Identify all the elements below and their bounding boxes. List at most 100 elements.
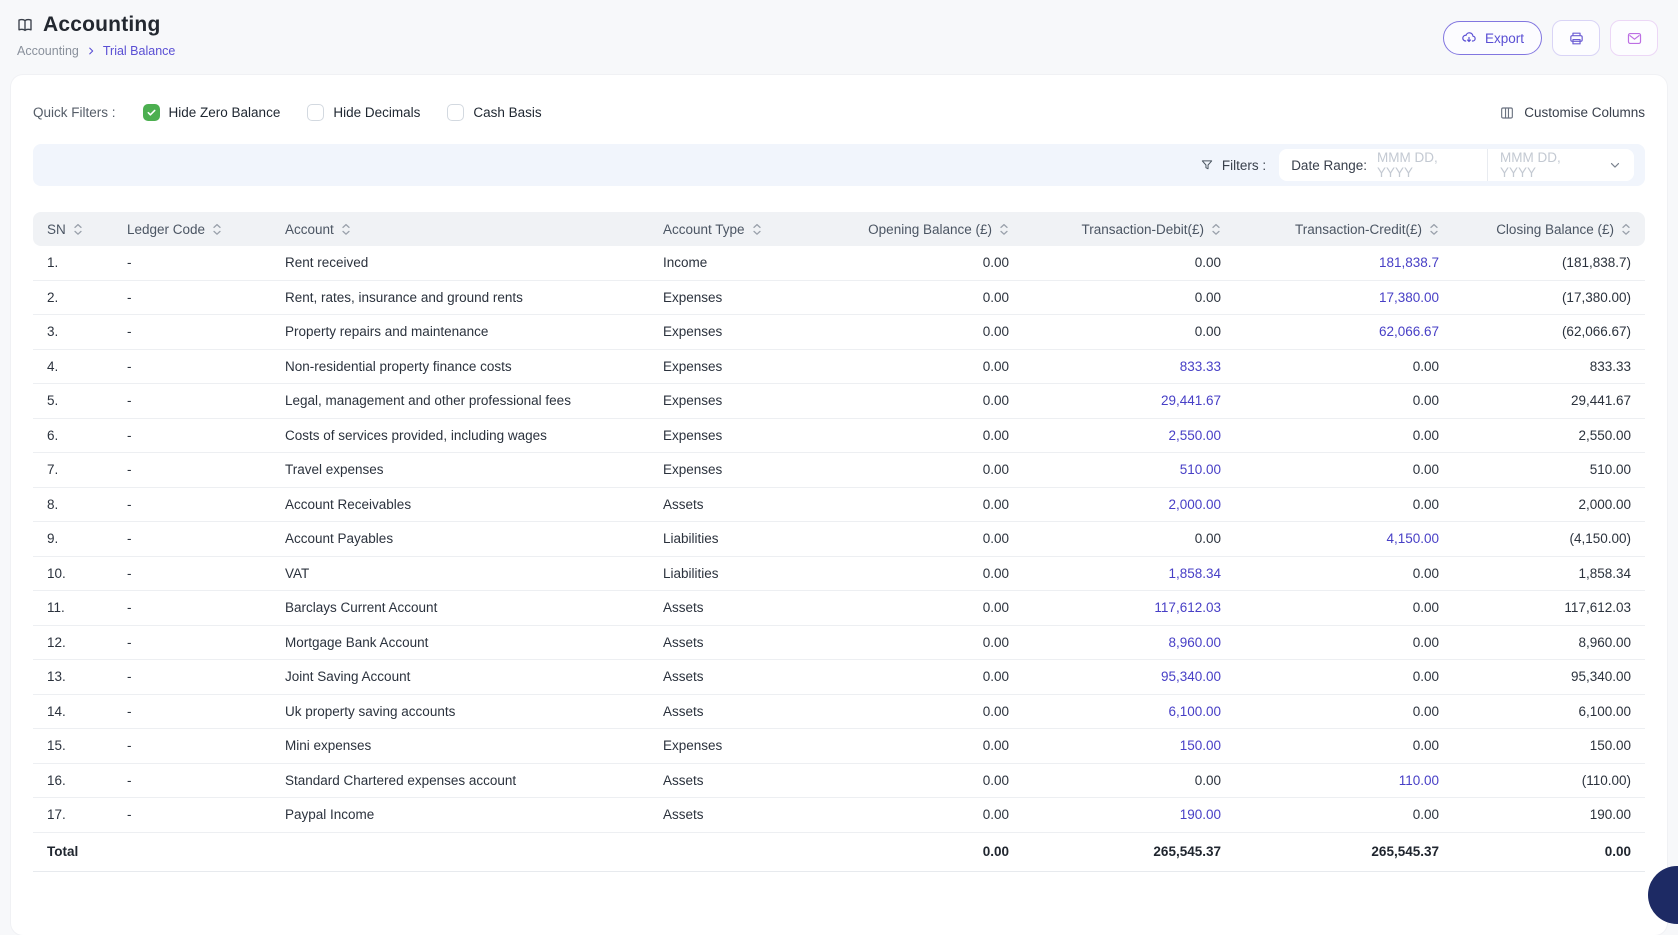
cell-transaction-debit[interactable]: 190.00	[1023, 797, 1235, 833]
page-title: Accounting	[43, 13, 161, 36]
mail-button[interactable]	[1610, 20, 1658, 56]
cell-transaction-debit: 0.00	[1023, 314, 1235, 350]
cell-opening-balance: 0.00	[823, 246, 1023, 281]
quick-filters-row: Quick Filters : Hide Zero Balance Hide De…	[33, 75, 1645, 121]
column-header-label: Account Type	[663, 221, 745, 237]
cell-opening-balance: 0.00	[823, 383, 1023, 419]
table-row: 13. - Joint Saving Account Assets 0.00 95,340…	[33, 659, 1645, 695]
cell-opening-balance: 0.00	[823, 694, 1023, 729]
breadcrumb-current[interactable]: Trial Balance	[103, 44, 176, 58]
cell-account-type: Expenses	[649, 418, 823, 453]
cell-closing-balance: 8,960.00	[1453, 625, 1645, 660]
cell-closing-balance: 29,441.67	[1453, 383, 1645, 419]
cell-closing-balance: 6,100.00	[1453, 694, 1645, 729]
column-header-transaction-credit[interactable]: Transaction-Credit(£)	[1235, 212, 1453, 246]
cell-opening-balance: 0.00	[823, 452, 1023, 488]
cell-transaction-debit[interactable]: 2,000.00	[1023, 487, 1235, 522]
cell-closing-balance: (17,380.00)	[1453, 280, 1645, 315]
table-row: 11. - Barclays Current Account Assets 0.00 11…	[33, 590, 1645, 626]
cell-transaction-credit: 0.00	[1235, 694, 1453, 729]
content-card: Quick Filters : Hide Zero Balance Hide De…	[11, 75, 1667, 935]
cell-closing-balance: 190.00	[1453, 797, 1645, 833]
cell-transaction-credit[interactable]: 4,150.00	[1235, 521, 1453, 557]
cell-transaction-debit[interactable]: 95,340.00	[1023, 659, 1235, 695]
quick-filters-label: Quick Filters :	[33, 105, 116, 120]
checkbox-icon[interactable]	[307, 104, 325, 121]
cell-transaction-credit[interactable]: 17,380.00	[1235, 280, 1453, 315]
cell-closing-balance: 510.00	[1453, 452, 1645, 488]
cell-account-type: Assets	[649, 659, 823, 695]
cell-ledger-code: -	[113, 487, 271, 522]
cell-transaction-credit[interactable]: 110.00	[1235, 763, 1453, 798]
total-label: Total	[33, 832, 823, 872]
cell-transaction-debit[interactable]: 117,612.03	[1023, 590, 1235, 626]
cell-account-type: Assets	[649, 763, 823, 798]
cell-account-type: Assets	[649, 487, 823, 522]
chevron-down-icon[interactable]	[1598, 149, 1622, 181]
cell-transaction-credit: 0.00	[1235, 487, 1453, 522]
column-header-transaction-debit[interactable]: Transaction-Debit(£)	[1023, 212, 1235, 246]
column-header-account[interactable]: Account	[271, 212, 649, 246]
column-header-label: Opening Balance (£)	[868, 221, 992, 237]
cell-sn: 6.	[33, 418, 113, 453]
total-transaction-debit: 265,545.37	[1023, 832, 1235, 872]
cell-opening-balance: 0.00	[823, 418, 1023, 453]
cell-transaction-debit[interactable]: 8,960.00	[1023, 625, 1235, 660]
cell-opening-balance: 0.00	[823, 314, 1023, 350]
column-header-ledger-code[interactable]: Ledger Code	[113, 212, 271, 246]
cell-transaction-debit[interactable]: 29,441.67	[1023, 383, 1235, 419]
date-to-input[interactable]: MMM DD, YYYY	[1500, 149, 1598, 181]
cell-transaction-debit: 0.00	[1023, 280, 1235, 315]
table-row: 9. - Account Payables Liabilities 0.00 0.00 4,…	[33, 521, 1645, 557]
cell-transaction-credit: 0.00	[1235, 349, 1453, 384]
date-from-input[interactable]: MMM DD, YYYY	[1377, 149, 1475, 181]
cell-closing-balance: 833.33	[1453, 349, 1645, 384]
cell-account: Mortgage Bank Account	[271, 625, 649, 660]
cell-closing-balance: 2,000.00	[1453, 487, 1645, 522]
cell-sn: 17.	[33, 797, 113, 833]
date-range-label: Date Range:	[1291, 157, 1367, 173]
cell-transaction-debit[interactable]: 6,100.00	[1023, 694, 1235, 729]
column-header-opening-balance[interactable]: Opening Balance (£)	[823, 212, 1023, 246]
cell-closing-balance: (4,150.00)	[1453, 521, 1645, 557]
table-row: 8. - Account Receivables Assets 0.00 2,000.00…	[33, 487, 1645, 522]
cell-ledger-code: -	[113, 521, 271, 557]
cell-closing-balance: 2,550.00	[1453, 418, 1645, 453]
total-opening-balance: 0.00	[823, 832, 1023, 872]
cell-transaction-debit[interactable]: 150.00	[1023, 728, 1235, 764]
table-row: 10. - VAT Liabilities 0.00 1,858.34 0.00 1,858.…	[33, 556, 1645, 591]
breadcrumb-parent[interactable]: Accounting	[17, 44, 79, 58]
date-range-picker[interactable]: Date Range: MMM DD, YYYY MMM DD, YYYY	[1279, 149, 1634, 181]
checkbox-icon[interactable]	[447, 104, 465, 121]
cell-transaction-debit: 0.00	[1023, 246, 1235, 281]
export-button[interactable]: Export	[1442, 21, 1542, 55]
cell-ledger-code: -	[113, 418, 271, 453]
cell-transaction-debit[interactable]: 510.00	[1023, 452, 1235, 488]
cell-account-type: Assets	[649, 590, 823, 626]
cell-ledger-code: -	[113, 763, 271, 798]
cell-account-type: Assets	[649, 797, 823, 833]
cell-transaction-debit[interactable]: 833.33	[1023, 349, 1235, 384]
checkbox-icon[interactable]	[142, 104, 160, 121]
quick-filter-hide-decimals[interactable]: Hide Decimals	[307, 104, 420, 121]
cell-transaction-credit[interactable]: 62,066.67	[1235, 314, 1453, 350]
mail-icon	[1626, 30, 1643, 47]
cell-sn: 7.	[33, 452, 113, 488]
table-row: 2. - Rent, rates, insurance and ground ren…	[33, 280, 1645, 315]
cell-account-type: Liabilities	[649, 521, 823, 557]
column-header-closing-balance[interactable]: Closing Balance (£)	[1453, 212, 1645, 246]
cell-sn: 13.	[33, 659, 113, 695]
print-button[interactable]	[1552, 20, 1600, 56]
customise-columns-button[interactable]: Customise Columns	[1499, 105, 1645, 121]
cell-sn: 16.	[33, 763, 113, 798]
column-header-sn[interactable]: SN	[33, 212, 113, 246]
cell-transaction-credit: 0.00	[1235, 728, 1453, 764]
quick-filter-cash-basis[interactable]: Cash Basis	[447, 104, 542, 121]
cell-transaction-credit[interactable]: 181,838.7	[1235, 246, 1453, 281]
cell-opening-balance: 0.00	[823, 763, 1023, 798]
cell-transaction-debit[interactable]: 2,550.00	[1023, 418, 1235, 453]
cell-transaction-debit[interactable]: 1,858.34	[1023, 556, 1235, 591]
column-header-account-type[interactable]: Account Type	[649, 212, 823, 246]
cell-account-type: Expenses	[649, 349, 823, 384]
quick-filter-hide-zero-balance[interactable]: Hide Zero Balance	[142, 104, 280, 121]
